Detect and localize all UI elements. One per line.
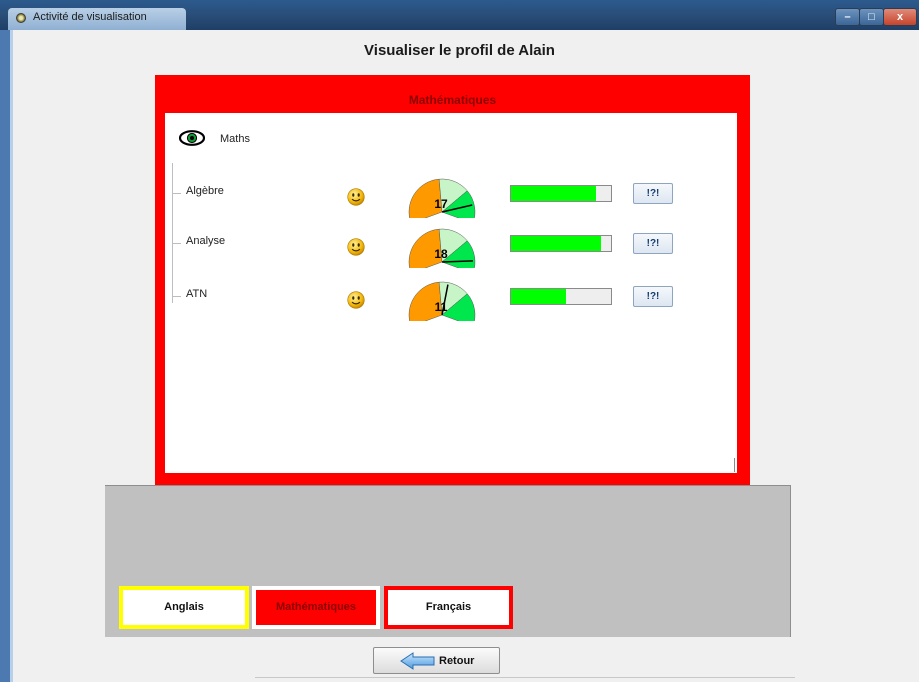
app-logo-icon bbox=[16, 13, 26, 23]
help-button[interactable]: !?! bbox=[633, 183, 673, 204]
tree-branch bbox=[173, 243, 181, 244]
back-button[interactable]: Retour bbox=[373, 647, 500, 674]
francais-button-label: Français bbox=[388, 590, 509, 625]
subject-frame-title: Mathématiques bbox=[408, 93, 497, 107]
subject-frame: Mathématiques Maths Algèbre 17 !?! Analy… bbox=[155, 75, 750, 485]
progress-bar-fill bbox=[511, 289, 566, 304]
window-border-inner bbox=[10, 30, 13, 682]
skill-row: Analyse 18 !?! bbox=[165, 228, 737, 283]
skill-row: ATN 11 !?! bbox=[165, 281, 737, 336]
skill-label: Algèbre bbox=[186, 185, 224, 197]
back-button-label: Retour bbox=[439, 655, 475, 667]
grade-gauge bbox=[408, 178, 476, 218]
grade-gauge bbox=[408, 228, 476, 268]
francais-button[interactable]: Français bbox=[384, 586, 513, 629]
close-button[interactable]: x bbox=[883, 8, 917, 26]
progress-bar bbox=[510, 288, 612, 305]
tree-branch bbox=[173, 193, 181, 194]
smiley-icon bbox=[347, 238, 365, 256]
skill-label: ATN bbox=[186, 288, 208, 300]
smiley-icon bbox=[347, 188, 365, 206]
window-title: Activité de visualisation bbox=[33, 11, 147, 23]
minimize-button[interactable]: – bbox=[835, 8, 860, 26]
mathematiques-button[interactable]: Mathématiques bbox=[252, 586, 380, 629]
grade-value: 18 bbox=[434, 247, 448, 261]
tree-branch bbox=[173, 296, 181, 297]
maximize-button[interactable]: □ bbox=[859, 8, 884, 26]
title-bar: Activité de visualisation – □ x bbox=[0, 0, 919, 30]
window-border bbox=[0, 30, 10, 682]
help-button[interactable]: !?! bbox=[633, 286, 673, 307]
skill-label: Analyse bbox=[186, 235, 226, 247]
left-arrow-icon bbox=[400, 652, 435, 670]
grade-value: 17 bbox=[434, 197, 448, 211]
subject-selector-panel: Anglais Mathématiques Français bbox=[105, 485, 791, 637]
panel-edge-mark bbox=[734, 458, 735, 472]
mathematiques-button-label: Mathématiques bbox=[256, 590, 376, 625]
skills-panel: Maths Algèbre 17 !?! Analyse 18 !?! ATN … bbox=[165, 113, 737, 473]
progress-bar-fill bbox=[511, 186, 596, 201]
help-button[interactable]: !?! bbox=[633, 233, 673, 254]
progress-bar bbox=[510, 185, 612, 202]
eye-icon[interactable] bbox=[179, 130, 205, 146]
anglais-button-label: Anglais bbox=[123, 590, 245, 625]
anglais-button[interactable]: Anglais bbox=[119, 586, 249, 629]
progress-bar bbox=[510, 235, 612, 252]
smiley-icon bbox=[347, 291, 365, 309]
page-title: Visualiser le profil de Alain bbox=[364, 42, 555, 59]
progress-bar-fill bbox=[511, 236, 601, 251]
grade-value: 11 bbox=[434, 300, 448, 314]
tree-root-label: Maths bbox=[220, 133, 250, 145]
grade-gauge bbox=[408, 281, 476, 321]
divider bbox=[255, 677, 795, 678]
app-window: Activité de visualisation – □ x Visualis… bbox=[0, 0, 919, 682]
